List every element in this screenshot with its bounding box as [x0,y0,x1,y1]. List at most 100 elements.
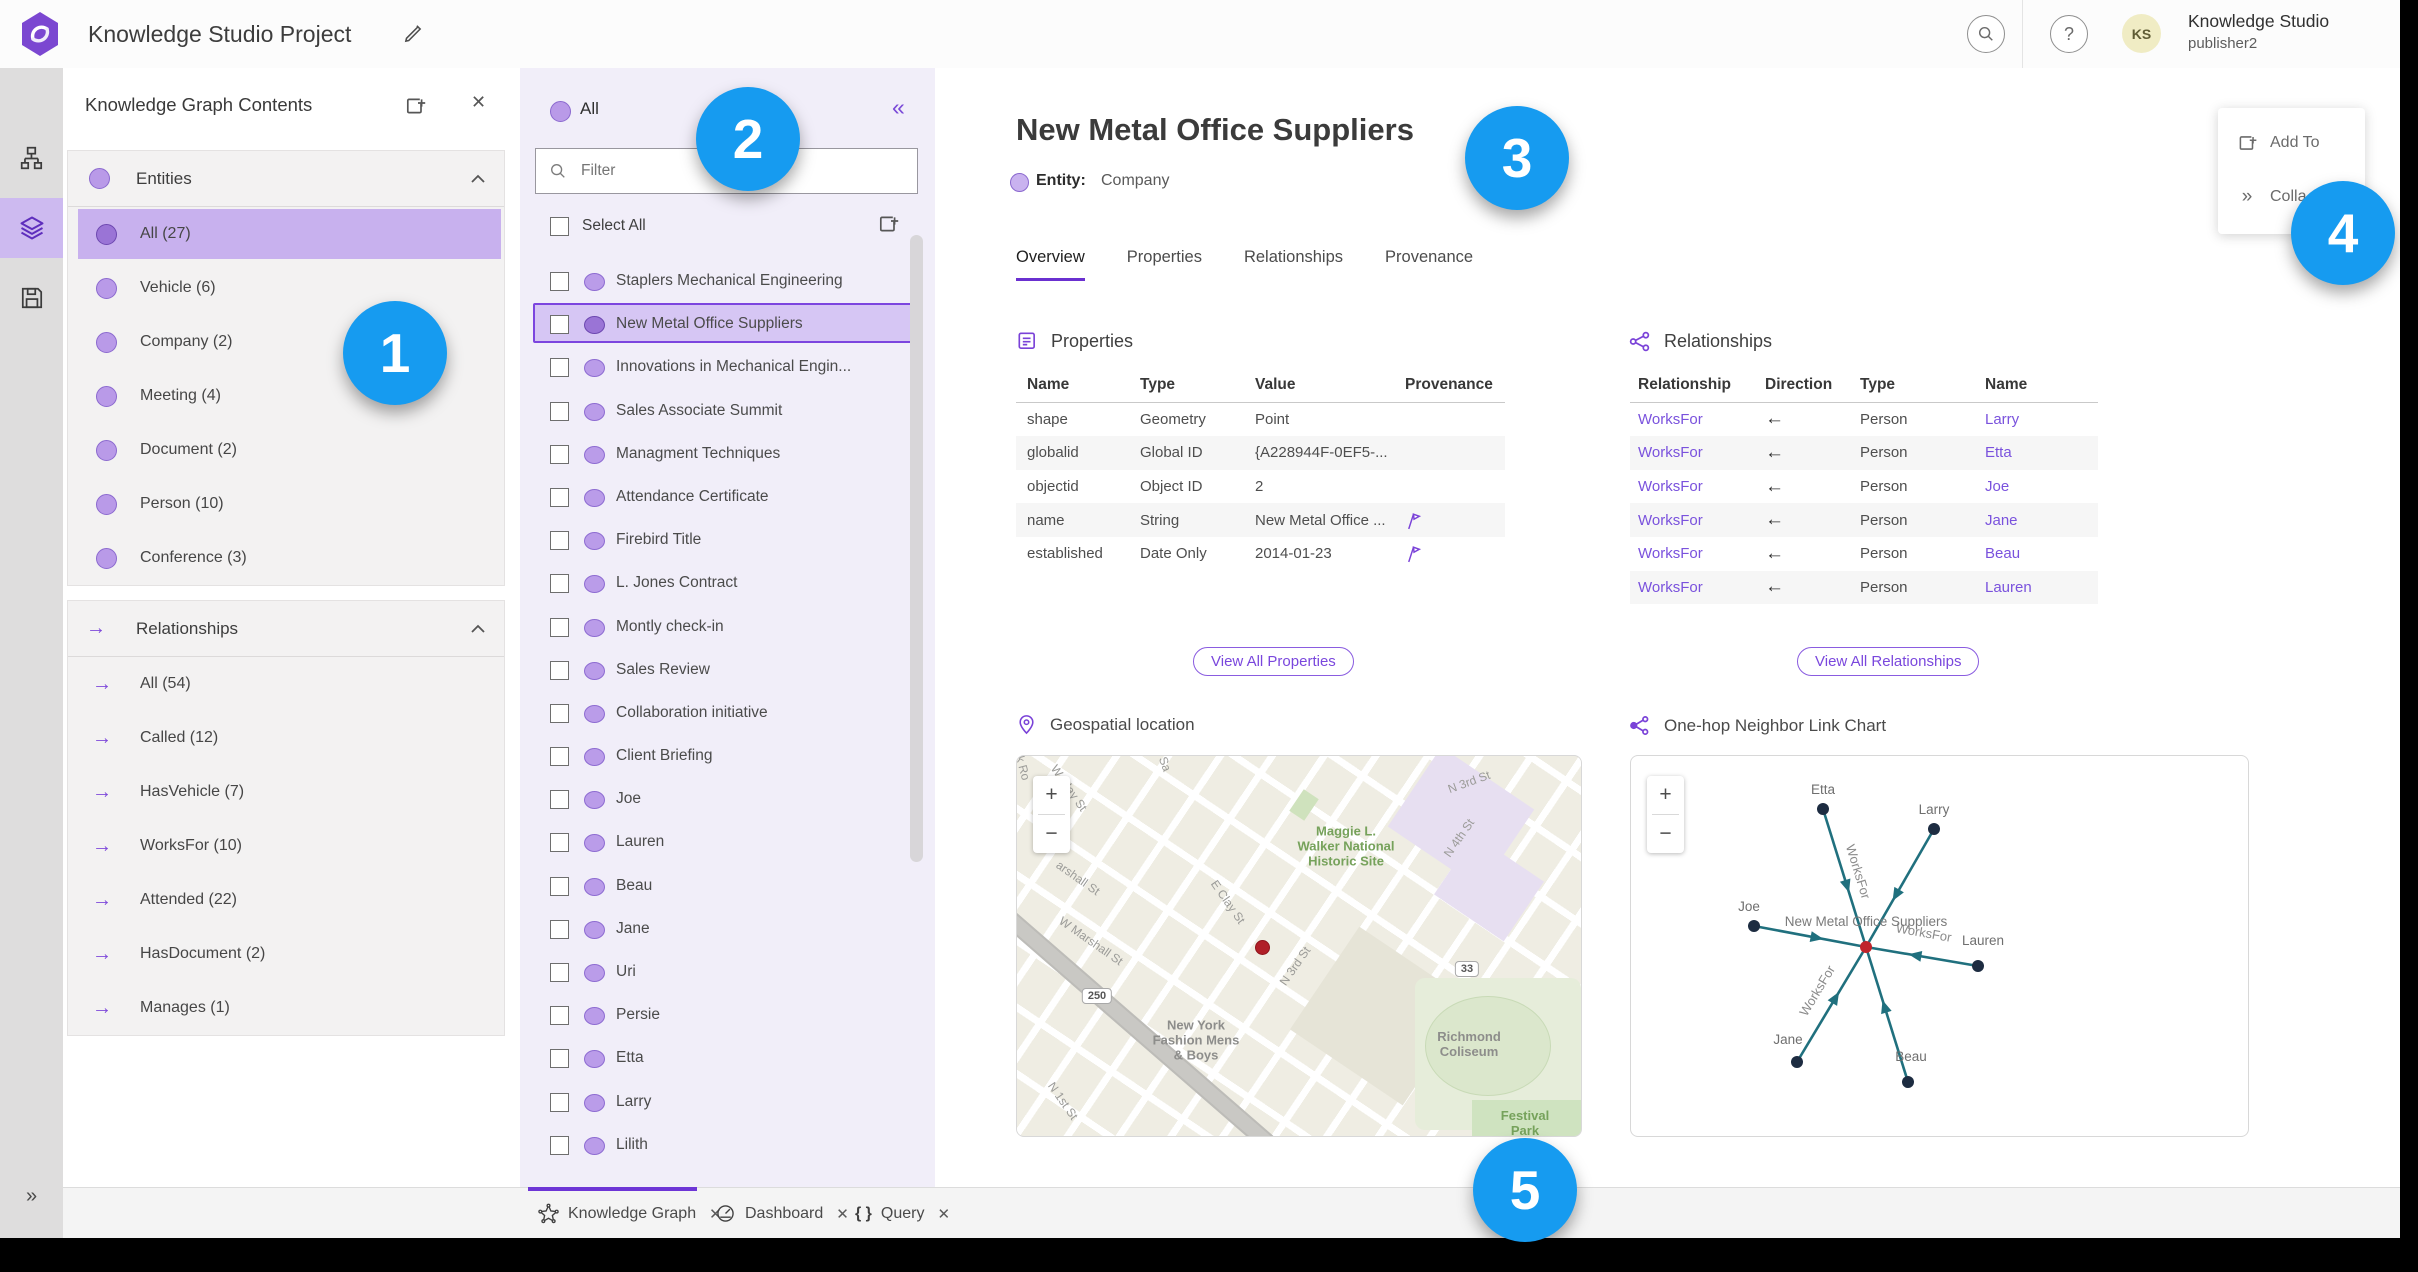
item-checkbox[interactable] [550,790,569,810]
list-item[interactable]: Lauren [520,820,935,863]
list-item[interactable]: Collaboration initiative [520,691,935,734]
entity-type-item[interactable]: Document (2) [68,423,504,477]
help-button[interactable]: ? [2050,15,2088,53]
tab-query[interactable]: { } Query ✕ [855,1188,950,1238]
list-item[interactable]: New Metal Office Suppliers [520,302,935,345]
tab-properties[interactable]: Properties [1127,248,1202,281]
relationship-type-item[interactable]: → HasVehicle (7) [68,765,504,819]
rail-contents-button[interactable] [0,198,63,258]
relationship-type-item[interactable]: → Called (12) [68,711,504,765]
graph-node[interactable] [1791,1056,1803,1068]
add-to-new-button[interactable] [403,94,427,118]
list-scrollbar[interactable] [910,235,923,862]
item-checkbox[interactable] [550,919,569,939]
tab-overview[interactable]: Overview [1016,248,1085,281]
list-item[interactable]: Managment Techniques [520,432,935,475]
item-checkbox[interactable] [550,617,569,637]
relationship-link[interactable]: WorksFor [1638,545,1765,562]
zoom-out-button[interactable]: − [1033,815,1070,853]
list-item[interactable]: Joe [520,777,935,820]
rail-save-button[interactable] [0,268,63,328]
item-checkbox[interactable] [550,401,569,421]
tab-dashboard[interactable]: Dashboard ✕ [715,1188,849,1238]
item-checkbox[interactable] [550,1092,569,1112]
list-item[interactable]: Firebird Title [520,518,935,561]
list-item[interactable]: Client Briefing [520,734,935,777]
item-checkbox[interactable] [550,833,569,853]
list-item[interactable]: Sales Review [520,648,935,691]
list-item[interactable]: Beau [520,864,935,907]
add-to-new-button[interactable] [876,212,900,236]
tab-relationships[interactable]: Relationships [1244,248,1343,281]
relationship-link[interactable]: WorksFor [1638,512,1765,529]
graph-node[interactable] [1817,803,1829,815]
list-item[interactable]: Innovations in Mechanical Engin... [520,345,935,388]
close-tab-icon[interactable]: ✕ [937,1205,950,1223]
view-all-properties-button[interactable]: View All Properties [1193,647,1354,676]
item-checkbox[interactable] [550,703,569,723]
tab-provenance[interactable]: Provenance [1385,248,1473,281]
list-item[interactable]: Montly check-in [520,605,935,648]
relationship-row[interactable]: WorksFor ← Person Lauren [1630,570,2098,605]
chevron-up-icon[interactable] [470,174,486,184]
list-item[interactable]: Staplers Mechanical Engineering [520,259,935,302]
item-checkbox[interactable] [550,1006,569,1026]
entity-type-item[interactable]: Person (10) [68,477,504,531]
entity-type-item[interactable]: Vehicle (6) [68,261,504,315]
related-name-link[interactable]: Etta [1985,444,2098,461]
relationship-type-item[interactable]: → All (54) [68,657,504,711]
list-item[interactable]: Etta [520,1036,935,1079]
entity-type-item[interactable]: All (27) [68,207,504,261]
item-checkbox[interactable] [550,315,569,335]
collapse-panel-button[interactable]: « [892,94,905,121]
select-all-checkbox[interactable] [550,217,569,236]
tab-knowledge-graph[interactable]: Knowledge Graph ✕ [538,1188,722,1238]
property-row[interactable]: globalid Global ID {A228944F-0EF5-... [1016,436,1505,470]
item-checkbox[interactable] [550,1049,569,1069]
relationship-link[interactable]: WorksFor [1638,411,1765,428]
item-checkbox[interactable] [550,747,569,767]
zoom-out-button[interactable]: − [1647,815,1684,853]
graph-node[interactable] [1972,960,1984,972]
entity-type-item[interactable]: Conference (3) [68,531,504,585]
list-item[interactable]: Lilith [520,1123,935,1166]
graph-node[interactable] [1902,1076,1914,1088]
related-name-link[interactable]: Larry [1985,411,2098,428]
item-checkbox[interactable] [550,272,569,291]
search-button[interactable] [1967,15,2005,53]
related-name-link[interactable]: Beau [1985,545,2098,562]
item-checkbox[interactable] [550,444,569,464]
item-checkbox[interactable] [550,487,569,507]
close-panel-button[interactable]: ✕ [471,92,486,113]
relationship-row[interactable]: WorksFor ← Person Joe [1630,470,2098,504]
item-checkbox[interactable] [550,574,569,594]
relationship-type-item[interactable]: → Attended (22) [68,873,504,927]
list-item[interactable]: Sales Associate Summit [520,389,935,432]
chevron-up-icon[interactable] [470,624,486,634]
view-all-relationships-button[interactable]: View All Relationships [1797,647,1980,676]
related-name-link[interactable]: Joe [1985,478,2098,495]
item-checkbox[interactable] [550,531,569,551]
graph-center-node[interactable] [1860,941,1872,953]
rail-schema-button[interactable] [0,128,63,188]
graph-node[interactable] [1928,823,1940,835]
edit-title-pencil-icon[interactable] [402,23,424,45]
relationship-link[interactable]: WorksFor [1638,579,1765,596]
zoom-in-button[interactable]: + [1033,776,1070,814]
relationships-section-header[interactable]: → Relationships [68,601,504,657]
graph-node[interactable] [1748,920,1760,932]
property-row[interactable]: shape Geometry Point [1016,403,1505,437]
related-name-link[interactable]: Lauren [1985,579,2098,596]
list-item[interactable]: Persie [520,993,935,1036]
property-row[interactable]: name String New Metal Office ... [1016,503,1505,537]
relationship-link[interactable]: WorksFor [1638,444,1765,461]
item-checkbox[interactable] [550,963,569,982]
provenance-flag-icon[interactable] [1405,511,1505,530]
relationship-type-item[interactable]: → WorksFor (10) [68,819,504,873]
app-logo[interactable] [20,11,60,57]
avatar[interactable]: KS [2122,14,2161,53]
menu-item-add-to[interactable]: Add To [2218,128,2365,158]
relationship-row[interactable]: WorksFor ← Person Etta [1630,436,2098,470]
relationship-row[interactable]: WorksFor ← Person Larry [1630,403,2098,437]
relationship-row[interactable]: WorksFor ← Person Beau [1630,537,2098,571]
